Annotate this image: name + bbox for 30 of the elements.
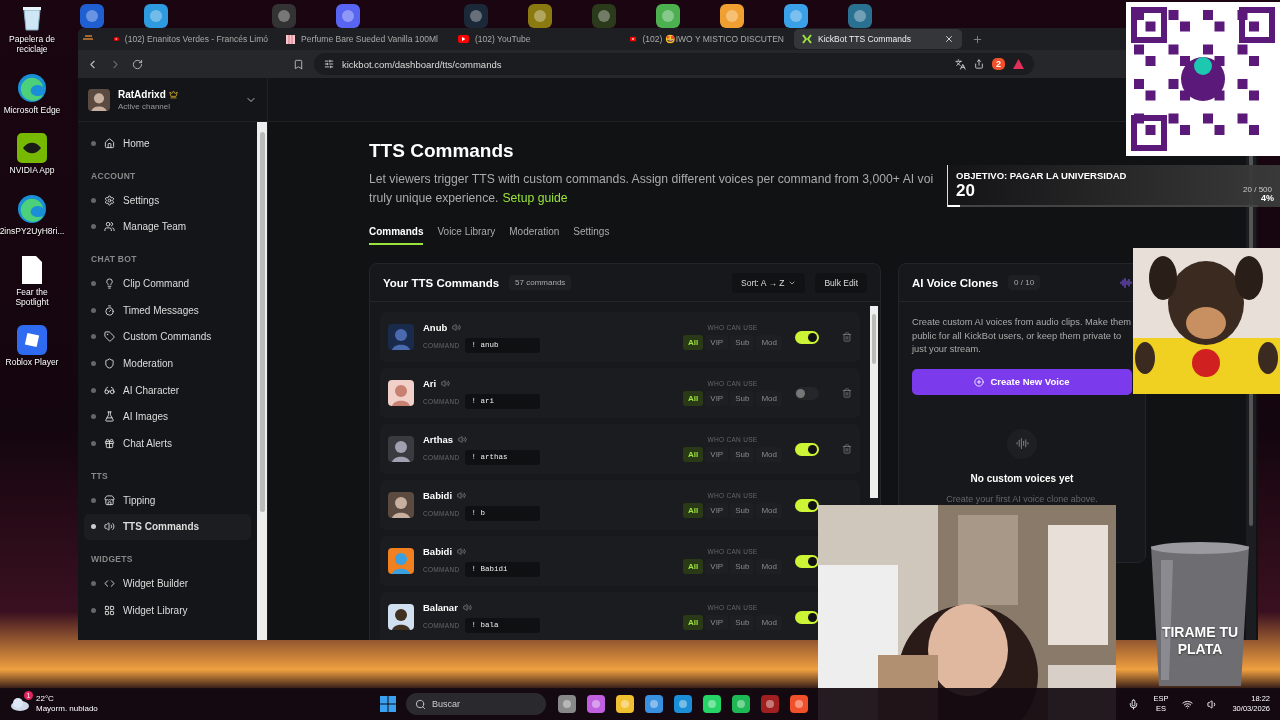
voice-name: Babidi — [423, 489, 453, 501]
page-description: Let viewers trigger TTS with custom commands. Assign different voices per command from 3,000+ AI voi — [369, 171, 934, 188]
card-description: Create custom AI voices from audio clips. Make them public for all KickBot users, or keep them private to just your stream. — [912, 316, 1132, 356]
goal-count: 20 / 500 — [1243, 185, 1272, 194]
goal-percent: 4% — [1261, 193, 1274, 203]
voice-name: Anub — [423, 321, 448, 333]
weather-text: Mayorm. nublado — [36, 704, 98, 714]
section-heading: WIDGETS — [90, 553, 134, 567]
section-heading: CHAT BOT — [90, 253, 138, 267]
goal-amount: 20 — [956, 181, 975, 201]
page-title: TTS Commands — [369, 140, 515, 162]
card-title: AI Voice Clones — [912, 276, 999, 289]
goal-title: OBJETIVO: PAGAR LA UNIVERSIDAD — [956, 170, 1127, 181]
tip-overlay-text: TIRAME TU PLATA — [1160, 624, 1240, 658]
clone-count: 0 / 10 — [1008, 275, 1041, 290]
empty-title: No custom voices yet — [970, 472, 1074, 484]
voice-name: Balanar — [423, 601, 458, 613]
voice-name: Arthas — [423, 433, 454, 445]
empty-text: Create your first AI voice clone above. — [946, 493, 1098, 504]
channel-name: RatAdrixd — [118, 88, 166, 100]
command-count: 57 commands — [509, 275, 572, 290]
card-title: Your TTS Commands — [383, 276, 500, 289]
channel-status: Active channel — [118, 101, 172, 111]
voice-name: Ari — [423, 377, 437, 389]
section-heading: ACCOUNT — [90, 169, 137, 183]
temperature: 22°C — [36, 694, 55, 704]
page-description: truly unique experience. — [369, 190, 499, 207]
url-text: kickbot.com/dashboard/tts/commands — [342, 58, 502, 70]
section-heading: TTS — [90, 469, 109, 483]
voice-name: Babidi — [423, 545, 453, 557]
